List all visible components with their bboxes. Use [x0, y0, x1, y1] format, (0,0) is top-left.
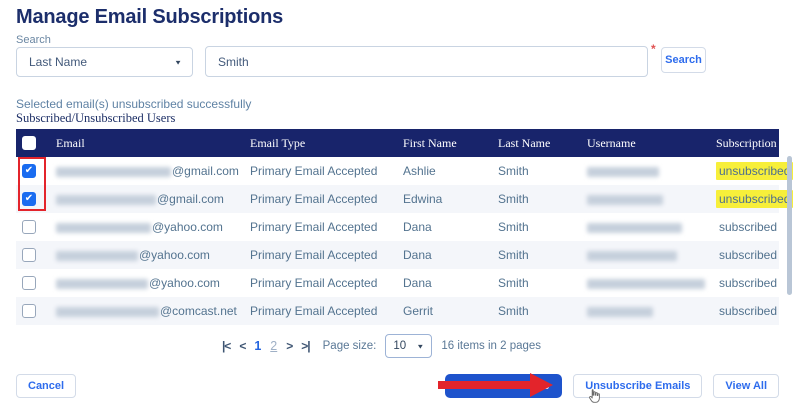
pagination-summary: 16 items in 2 pages — [441, 340, 541, 352]
table-row: ✔ @yahoo.com Primary Email Accepted Dana… — [16, 213, 779, 241]
redacted-email-local — [56, 307, 159, 317]
first-name-cell: Dana — [403, 248, 498, 262]
last-name-cell: Smith — [498, 248, 587, 262]
header-subscription: Subscription — [716, 136, 779, 151]
first-name-cell: Ashlie — [403, 164, 498, 178]
subscription-status: unsubscribed — [716, 190, 793, 208]
last-name-cell: Smith — [498, 276, 587, 290]
table-row: ✔ @gmail.com Primary Email Accepted Edwi… — [16, 185, 779, 213]
subscription-status: unsubscribed — [716, 162, 793, 180]
page-size-label: Page size: — [323, 340, 377, 352]
pagination-next-button[interactable]: > — [286, 339, 292, 353]
page-title: Manage Email Subscriptions — [16, 6, 283, 29]
pagination: |< < 1 2 > >| Page size: 10 ▼ 16 items i… — [0, 333, 763, 359]
subscription-status: subscribed — [716, 302, 780, 320]
chevron-down-icon: ▼ — [174, 58, 182, 65]
first-name-cell: Dana — [403, 220, 498, 234]
email-domain: @yahoo.com — [139, 248, 210, 262]
row-checkbox[interactable]: ✔ — [22, 276, 36, 290]
table-row: ✔ @yahoo.com Primary Email Accepted Dana… — [16, 269, 779, 297]
first-name-cell: Edwina — [403, 192, 498, 206]
pagination-first-button[interactable]: |< — [222, 339, 230, 353]
redacted-email-local — [56, 167, 171, 177]
email-domain: @comcast.net — [160, 304, 237, 318]
email-type-cell: Primary Email Accepted — [250, 220, 403, 234]
redacted-username — [587, 251, 677, 261]
vertical-scrollbar-thumb[interactable] — [787, 156, 792, 295]
subscription-status: subscribed — [716, 218, 780, 236]
annotation-arrow-head — [530, 373, 553, 397]
subscription-status: subscribed — [716, 246, 780, 264]
redacted-email-local — [56, 251, 138, 261]
row-checkbox[interactable]: ✔ — [22, 220, 36, 234]
table-row: ✔ @comcast.net Primary Email Accepted Ge… — [16, 297, 779, 325]
email-type-cell: Primary Email Accepted — [250, 192, 403, 206]
redacted-username — [587, 167, 659, 177]
email-type-cell: Primary Email Accepted — [250, 164, 403, 178]
redacted-email-local — [56, 195, 156, 205]
row-checkbox[interactable]: ✔ — [22, 304, 36, 318]
search-query-input[interactable] — [205, 46, 648, 77]
last-name-cell: Smith — [498, 304, 587, 318]
email-domain: @yahoo.com — [149, 276, 220, 290]
subscription-status: subscribed — [716, 274, 780, 292]
cancel-button[interactable]: Cancel — [16, 374, 76, 398]
header-email: Email — [56, 136, 250, 151]
redacted-username — [587, 279, 705, 289]
page-size-dropdown[interactable]: 10 ▼ — [385, 334, 432, 358]
email-domain: @gmail.com — [172, 164, 239, 178]
last-name-cell: Smith — [498, 192, 587, 206]
last-name-cell: Smith — [498, 164, 587, 178]
header-last-name: Last Name — [498, 136, 587, 151]
redacted-username — [587, 223, 682, 233]
header-email-type: Email Type — [250, 136, 403, 151]
email-domain: @yahoo.com — [152, 220, 223, 234]
redacted-email-local — [56, 223, 151, 233]
cursor-pointer-icon — [586, 388, 602, 403]
search-field-selected-value: Last Name — [29, 55, 87, 69]
chevron-down-icon: ▼ — [416, 342, 424, 349]
pagination-page-2[interactable]: 2 — [270, 339, 277, 353]
last-name-cell: Smith — [498, 220, 587, 234]
table-row: ✔ @yahoo.com Primary Email Accepted Dana… — [16, 241, 779, 269]
redacted-email-local — [56, 279, 148, 289]
search-section-label: Search — [16, 34, 51, 46]
redacted-username — [587, 195, 663, 205]
pagination-prev-button[interactable]: < — [239, 339, 245, 353]
redacted-username — [587, 307, 653, 317]
view-all-button[interactable]: View All — [713, 374, 779, 398]
search-button[interactable]: Search — [661, 47, 706, 73]
header-username: Username — [587, 136, 716, 151]
email-type-cell: Primary Email Accepted — [250, 276, 403, 290]
first-name-cell: Gerrit — [403, 304, 498, 318]
table-header-row: ✔ Email Email Type First Name Last Name … — [16, 129, 779, 157]
row-checkbox[interactable]: ✔ — [22, 248, 36, 262]
search-field-dropdown[interactable]: Last Name ▼ — [16, 47, 193, 77]
header-first-name: First Name — [403, 136, 498, 151]
email-type-cell: Primary Email Accepted — [250, 304, 403, 318]
required-asterisk: * — [651, 42, 656, 56]
pagination-last-button[interactable]: >| — [301, 339, 309, 353]
select-all-checkbox[interactable]: ✔ — [22, 136, 36, 150]
table-caption: Subscribed/Unsubscribed Users — [16, 111, 175, 126]
page-size-value: 10 — [393, 340, 406, 352]
email-domain: @gmail.com — [157, 192, 224, 206]
first-name-cell: Dana — [403, 276, 498, 290]
email-type-cell: Primary Email Accepted — [250, 248, 403, 262]
table-row: ✔ @gmail.com Primary Email Accepted Ashl… — [16, 157, 779, 185]
status-message: Selected email(s) unsubscribed successfu… — [16, 97, 251, 111]
annotation-arrow-shaft — [438, 381, 532, 389]
annotation-red-box — [18, 157, 46, 211]
pagination-page-1[interactable]: 1 — [254, 339, 261, 353]
